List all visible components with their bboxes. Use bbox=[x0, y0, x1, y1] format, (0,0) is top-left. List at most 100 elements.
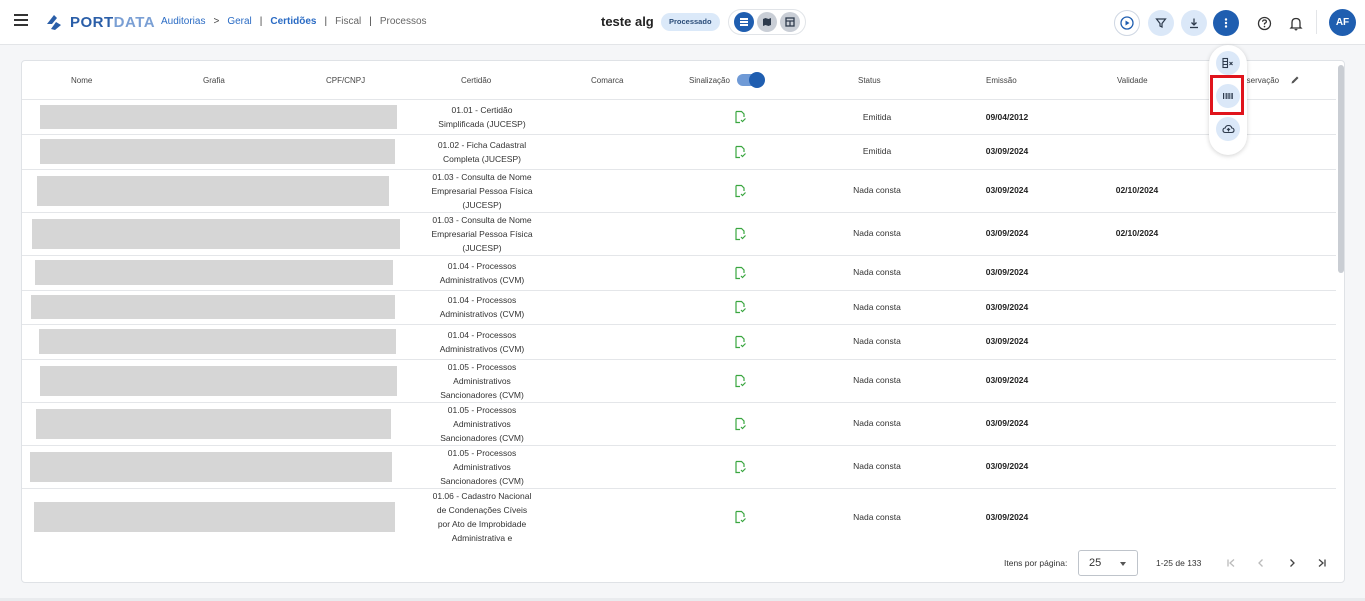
redacted-block bbox=[39, 329, 396, 354]
breadcrumb-fiscal[interactable]: Fiscal bbox=[335, 16, 361, 27]
certidao-cell: 01.01 - Certidão Simplificada (JUCESP) bbox=[419, 103, 545, 131]
first-page-button[interactable] bbox=[1222, 554, 1240, 572]
certidao-line: Administrativos bbox=[453, 418, 511, 429]
certidao-line: Administrativos bbox=[453, 375, 511, 386]
redacted-block bbox=[31, 295, 395, 319]
document-check-icon[interactable] bbox=[733, 374, 747, 388]
status-cell: Nada consta bbox=[853, 336, 901, 346]
certidoes-table-card: Nome Grafia CPF/CNPJ Certidão Comarca Si… bbox=[21, 60, 1345, 583]
breadcrumb-auditorias[interactable]: Auditorias bbox=[161, 16, 205, 27]
document-check-icon[interactable] bbox=[733, 227, 747, 241]
column-comarca[interactable]: Comarca bbox=[591, 76, 623, 85]
grid-view-button[interactable] bbox=[780, 12, 801, 32]
download-icon bbox=[1190, 18, 1198, 29]
document-check-icon[interactable] bbox=[733, 145, 747, 159]
certidao-line: 01.02 - Ficha Cadastral bbox=[437, 139, 527, 150]
items-per-page-label: Itens por página: bbox=[1004, 558, 1068, 568]
table-row[interactable]: 01.04 - Processos Administrativos (CVM) Na… bbox=[22, 324, 1336, 360]
validade-cell: 02/10/2024 bbox=[1115, 185, 1159, 195]
certidao-cell: 01.03 - Consulta de Nome Empresarial Pess… bbox=[419, 213, 545, 255]
document-check-icon[interactable] bbox=[733, 510, 747, 524]
certidao-line: (JUCESP) bbox=[462, 242, 502, 253]
vertical-scrollbar[interactable] bbox=[1336, 61, 1344, 544]
emissao-cell: 03/09/2024 bbox=[985, 511, 1029, 522]
certidao-line: Administrativos (CVM) bbox=[439, 274, 525, 285]
table-row[interactable]: 01.03 - Consulta de Nome Empresarial Pess… bbox=[22, 212, 1336, 256]
redacted-block bbox=[40, 139, 395, 164]
document-check-icon[interactable] bbox=[733, 417, 747, 431]
certidao-cell: 01.05 - Processos Administrativos Sanciona… bbox=[419, 446, 545, 488]
table-header: Nome Grafia CPF/CNPJ Certidão Comarca Si… bbox=[22, 61, 1336, 100]
more-options-button[interactable] bbox=[1213, 10, 1239, 36]
certidao-line: Sancionadores (CVM) bbox=[440, 432, 524, 443]
document-check-icon[interactable] bbox=[733, 460, 747, 474]
user-avatar[interactable]: AF bbox=[1329, 9, 1356, 36]
document-check-icon[interactable] bbox=[733, 184, 747, 198]
emissao-cell: 03/09/2024 bbox=[985, 375, 1029, 385]
table-row[interactable]: 01.04 - Processos Administrativos (CVM) Na… bbox=[22, 255, 1336, 291]
previous-page-button[interactable] bbox=[1252, 554, 1270, 572]
column-nome[interactable]: Nome bbox=[71, 76, 92, 85]
emissao-cell: 03/09/2024 bbox=[985, 185, 1029, 195]
certidao-line: Empresarial Pessoa Física bbox=[431, 185, 533, 196]
redacted-block bbox=[40, 105, 397, 129]
table-row[interactable]: 01.04 - Processos Administrativos (CVM) Na… bbox=[22, 290, 1336, 325]
breadcrumb-geral[interactable]: Geral bbox=[227, 16, 251, 27]
column-certidao[interactable]: Certidão bbox=[461, 76, 491, 85]
validade-cell: 02/10/2024 bbox=[1115, 228, 1159, 238]
status-cell: Nada consta bbox=[853, 301, 901, 312]
list-view-button[interactable] bbox=[733, 12, 754, 32]
breadcrumb-certidoes[interactable]: Certidões bbox=[270, 16, 316, 27]
last-page-button[interactable] bbox=[1313, 554, 1331, 572]
table-row[interactable]: 01.05 - Processos Administrativos Sanciona… bbox=[22, 359, 1336, 403]
cloud-upload-button[interactable] bbox=[1216, 117, 1240, 141]
notifications-button[interactable] bbox=[1283, 10, 1309, 36]
certidao-line: Completa (JUCESP) bbox=[443, 153, 521, 164]
table-row[interactable]: 01.03 - Consulta de Nome Empresarial Pess… bbox=[22, 169, 1336, 213]
certidao-cell: 01.05 - Processos Administrativos Sanciona… bbox=[419, 403, 545, 445]
column-emissao[interactable]: Emissão bbox=[986, 76, 1017, 85]
status-cell: Nada consta bbox=[853, 185, 901, 195]
breadcrumb-separator: > bbox=[213, 16, 220, 27]
help-button[interactable] bbox=[1251, 10, 1277, 36]
column-status[interactable]: Status bbox=[858, 76, 881, 85]
redacted-block bbox=[32, 218, 400, 249]
column-grafia[interactable]: Grafia bbox=[203, 76, 225, 85]
breadcrumb-processos[interactable]: Processos bbox=[380, 16, 427, 27]
next-page-button[interactable] bbox=[1283, 554, 1301, 572]
filter-button[interactable] bbox=[1148, 10, 1174, 36]
table-row[interactable]: 01.05 - Processos Administrativos Sanciona… bbox=[22, 402, 1336, 446]
certidao-line: Empresarial Pessoa Física bbox=[431, 228, 533, 239]
emissao-cell: 03/09/2024 bbox=[985, 336, 1029, 346]
table-row[interactable]: 01.06 - Cadastro Nacional de Condenações … bbox=[22, 488, 1336, 543]
portdata-logo[interactable]: PORTDATA bbox=[44, 12, 155, 32]
download-button[interactable] bbox=[1181, 10, 1207, 36]
edit-pencil-icon[interactable] bbox=[1290, 75, 1300, 85]
certidao-line: Simplificada (JUCESP) bbox=[438, 119, 526, 129]
column-validade[interactable]: Validade bbox=[1117, 76, 1148, 85]
play-button[interactable] bbox=[1114, 10, 1140, 36]
column-cpf-cnpj[interactable]: CPF/CNPJ bbox=[326, 76, 365, 85]
emissao-cell: 09/04/2012 bbox=[985, 111, 1029, 122]
sinalizacao-toggle[interactable] bbox=[737, 72, 765, 88]
pagination-bar: Itens por página: 25 1-25 de 133 bbox=[22, 544, 1344, 582]
items-per-page-select[interactable]: 25 bbox=[1078, 550, 1138, 576]
document-check-icon[interactable] bbox=[733, 110, 747, 124]
redacted-block bbox=[40, 365, 397, 396]
map-view-button[interactable] bbox=[756, 12, 777, 32]
status-cell: Emitida bbox=[862, 146, 892, 156]
table-row[interactable]: 01.01 - Certidão Simplificada (JUCESP) Emi… bbox=[22, 100, 1336, 135]
table-row[interactable]: 01.02 - Ficha Cadastral Completa (JUCESP)… bbox=[22, 134, 1336, 170]
column-sinalizacao[interactable]: Sinalização bbox=[689, 76, 730, 85]
portdata-logo-icon bbox=[47, 15, 61, 30]
document-check-icon[interactable] bbox=[733, 300, 747, 314]
document-check-icon[interactable] bbox=[733, 335, 747, 349]
hamburger-menu-icon[interactable] bbox=[14, 14, 28, 26]
clear-columns-button[interactable] bbox=[1216, 51, 1240, 75]
document-check-icon[interactable] bbox=[733, 266, 747, 280]
logo-text: PORTDATA bbox=[70, 13, 156, 31]
certidao-cell: 01.02 - Ficha Cadastral Completa (JUCESP) bbox=[419, 138, 545, 166]
table-row[interactable]: 01.05 - Processos Administrativos Sanciona… bbox=[22, 445, 1336, 489]
scrollbar-thumb[interactable] bbox=[1338, 65, 1344, 273]
certidao-line: 01.04 - Processos bbox=[447, 295, 517, 305]
